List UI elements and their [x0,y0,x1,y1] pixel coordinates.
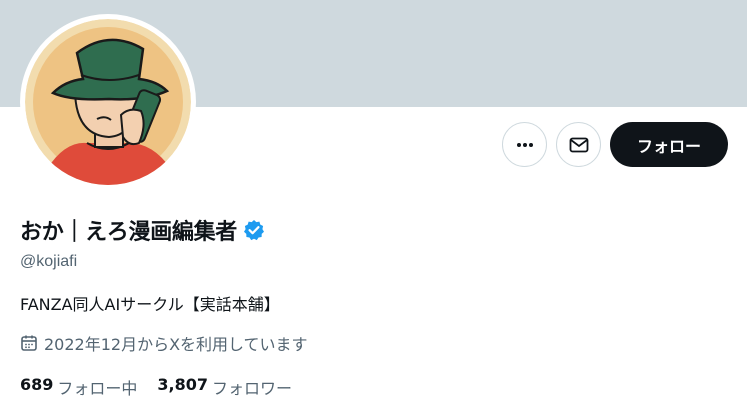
followers-label: フォロワー [212,379,293,398]
calendar-icon [21,335,37,351]
follow-button[interactable]: フォロー [610,122,728,167]
follow-stats: 689 フォロー中 3,807 フォロワー [20,375,292,399]
following-label: フォロー中 [57,379,138,398]
envelope-icon [569,137,588,152]
joined-date: 2022年12月からXを利用しています [20,331,308,355]
message-button[interactable] [556,122,601,167]
display-name-row: おか｜えろ漫画編集者 [20,214,265,246]
joined-text: 2022年12月からXを利用しています [44,335,308,354]
more-horizontal-icon [516,142,533,147]
display-name: おか｜えろ漫画編集者 [20,220,238,245]
more-options-button[interactable] [502,122,547,167]
username-handle: @kojiafi [20,253,78,270]
avatar-image [25,19,191,185]
profile-bio: FANZA同人AIサークル【実話本舗】 [20,295,280,314]
verified-badge-icon[interactable] [243,219,265,241]
following-count: 689 [20,375,54,394]
profile-actions: フォロー [502,122,728,167]
followers-count: 3,807 [157,375,209,394]
followers-link[interactable]: 3,807 フォロワー [157,375,292,399]
following-link[interactable]: 689 フォロー中 [20,375,137,399]
profile-avatar[interactable] [20,14,196,190]
